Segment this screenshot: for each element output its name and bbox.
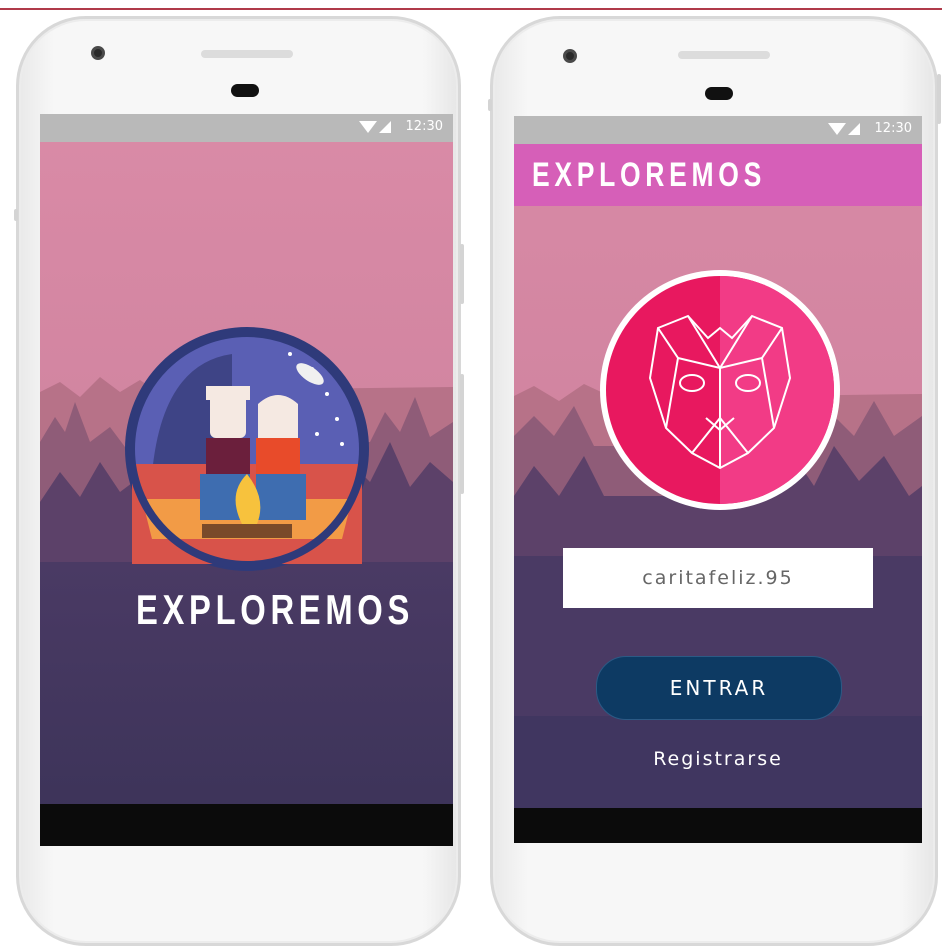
front-camera-icon xyxy=(563,49,577,63)
bear-avatar xyxy=(600,270,840,510)
app-bar: EXPLOREMOS xyxy=(514,144,922,206)
wifi-icon xyxy=(359,121,377,133)
signal-icon xyxy=(848,123,860,135)
navigation-bar xyxy=(514,808,922,843)
campfire-logo xyxy=(125,327,369,571)
register-link[interactable]: Registrarse xyxy=(618,748,818,770)
side-button xyxy=(488,99,492,111)
earpiece xyxy=(231,84,259,97)
login-screen: 12:30 EXPLOREMOS caritafeliz.95 ENTRAR R… xyxy=(514,116,922,843)
volume-button xyxy=(937,74,941,124)
speaker-grille xyxy=(201,50,293,58)
appbar-title: EXPLOREMOS xyxy=(532,156,766,194)
volume-button xyxy=(460,244,464,304)
wifi-icon xyxy=(828,123,846,135)
enter-button[interactable]: ENTRAR xyxy=(596,656,842,720)
side-button xyxy=(14,209,18,221)
right-phone-frame: 12:30 EXPLOREMOS caritafeliz.95 ENTRAR R… xyxy=(488,16,941,946)
earpiece xyxy=(705,87,733,100)
status-bar: 12:30 xyxy=(514,116,922,144)
splash-screen: 12:30 EXPLOREMOS xyxy=(40,114,453,846)
front-camera-icon xyxy=(91,46,105,60)
signal-icon xyxy=(379,121,391,133)
status-time: 12:30 xyxy=(405,119,443,134)
app-wordmark: EXPLOREMOS xyxy=(136,586,414,633)
left-phone-frame: 12:30 EXPLOREMOS xyxy=(14,16,464,946)
navigation-bar xyxy=(40,804,453,846)
username-field[interactable]: caritafeliz.95 xyxy=(563,548,873,608)
speaker-grille xyxy=(678,51,770,59)
power-button xyxy=(460,374,464,494)
top-divider-line xyxy=(0,8,942,10)
status-bar: 12:30 xyxy=(40,114,453,142)
status-time: 12:30 xyxy=(874,121,912,136)
